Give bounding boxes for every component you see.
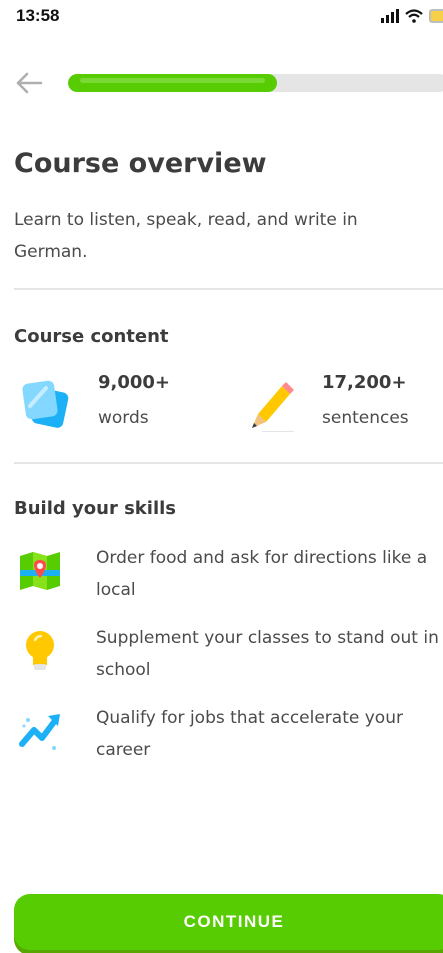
stat-sentences-label: sentences xyxy=(322,408,409,428)
wifi-icon xyxy=(405,9,423,23)
battery-icon xyxy=(429,9,443,23)
back-arrow-icon[interactable] xyxy=(14,68,44,98)
status-icons xyxy=(381,6,443,26)
lightbulb-icon xyxy=(26,631,54,670)
skill-item: Order food and ask for directions like a… xyxy=(14,542,443,606)
skill-text: Supplement your classes to stand out in … xyxy=(96,628,439,680)
map-icon xyxy=(20,552,60,590)
skill-item: Qualify for jobs that accelerate your ca… xyxy=(14,702,443,766)
page-title: Course overview xyxy=(14,148,267,179)
skill-text: Order food and ask for directions like a… xyxy=(96,548,428,600)
divider xyxy=(14,462,443,464)
intro-text: Learn to listen, speak, read, and write … xyxy=(14,210,358,262)
stat-sentences-value: 17,200+ xyxy=(322,372,407,393)
progress-fill xyxy=(68,74,277,92)
progress-bar xyxy=(68,74,443,92)
stat-words-label: words xyxy=(98,408,149,428)
growth-chart-icon xyxy=(19,714,60,750)
signal-icon xyxy=(381,9,399,23)
divider xyxy=(14,288,443,290)
skills-heading: Build your skills xyxy=(14,498,176,519)
continue-button[interactable]: CONTINUE xyxy=(14,894,443,950)
cards-icon xyxy=(22,380,69,428)
skill-text: Qualify for jobs that accelerate your ca… xyxy=(96,708,403,760)
status-bar: 13:58 xyxy=(0,0,443,44)
pencil-icon xyxy=(252,382,294,432)
course-content-heading: Course content xyxy=(14,326,169,347)
stat-words-value: 9,000+ xyxy=(98,372,171,393)
skill-item: Supplement your classes to stand out in … xyxy=(14,622,443,686)
top-bar xyxy=(0,64,443,104)
status-time: 13:58 xyxy=(16,6,60,25)
